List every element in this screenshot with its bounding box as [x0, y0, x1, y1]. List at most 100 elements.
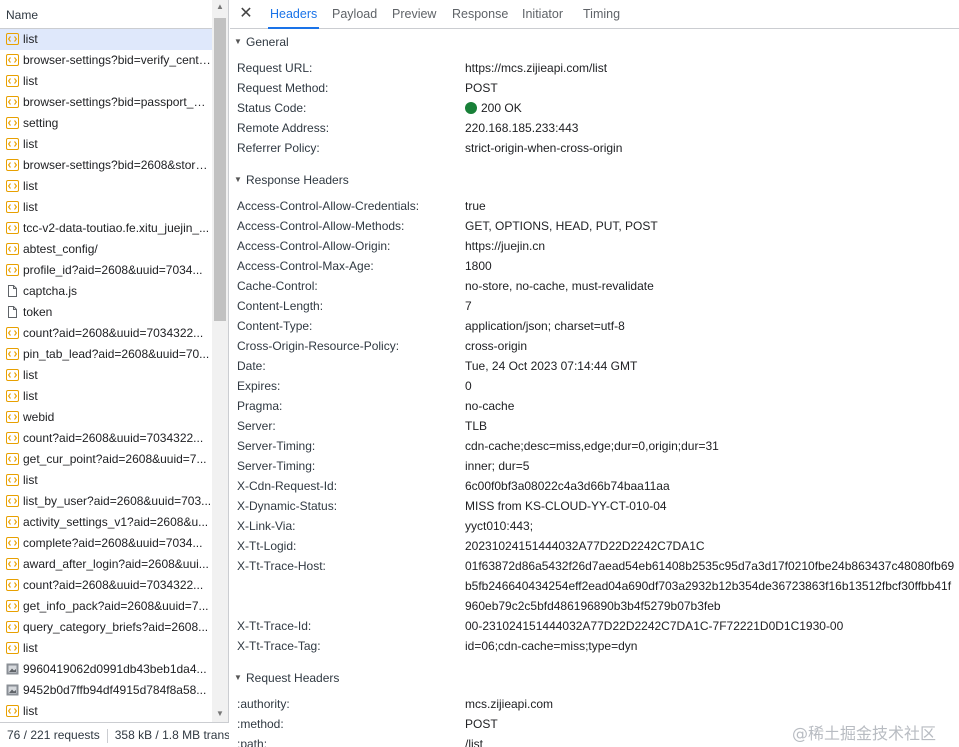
header-value[interactable]: cdn-cache;desc=miss,edge;dur=0,origin;du…: [465, 436, 955, 456]
request-row[interactable]: token: [0, 302, 212, 323]
request-row[interactable]: list: [0, 197, 212, 218]
header-value[interactable]: Tue, 24 Oct 2023 07:14:44 GMT: [465, 356, 955, 376]
header-value[interactable]: id=06;cdn-cache=miss;type=dyn: [465, 636, 955, 656]
header-value[interactable]: cross-origin: [465, 336, 955, 356]
request-row[interactable]: webid: [0, 407, 212, 428]
request-row[interactable]: count?aid=2608&uuid=7034322...: [0, 575, 212, 596]
close-icon[interactable]: ✕: [238, 4, 254, 24]
request-row[interactable]: query_category_briefs?aid=2608...: [0, 617, 212, 638]
request-row[interactable]: list: [0, 638, 212, 659]
request-row[interactable]: list: [0, 386, 212, 407]
header-value[interactable]: https://juejin.cn: [465, 236, 955, 256]
request-row[interactable]: pin_tab_lead?aid=2608&uuid=70...: [0, 344, 212, 365]
header-value[interactable]: true: [465, 196, 955, 216]
xhr-icon: [6, 537, 19, 549]
header-value[interactable]: 6c00f0bf3a08022c4a3d66b74baa11aa: [465, 476, 955, 496]
header-value[interactable]: 00-231024151444032A77D22D2242C7DA1C-7F72…: [465, 616, 955, 636]
tab-timing[interactable]: Timing: [583, 0, 620, 29]
header-value[interactable]: 0: [465, 376, 955, 396]
request-row[interactable]: profile_id?aid=2608&uuid=7034...: [0, 260, 212, 281]
request-name: setting: [23, 116, 59, 130]
request-row[interactable]: list: [0, 134, 212, 155]
request-headers-section-header[interactable]: ▼ Request Headers: [230, 665, 959, 691]
request-row[interactable]: list: [0, 470, 212, 491]
request-row[interactable]: tcc-v2-data-toutiao.fe.xitu_juejin_...: [0, 218, 212, 239]
xhr-icon: [6, 558, 19, 570]
header-value[interactable]: GET, OPTIONS, HEAD, PUT, POST: [465, 216, 955, 236]
header-row: X-Tt-Trace-Tag: id=06;cdn-cache=miss;type…: [237, 636, 952, 656]
request-row[interactable]: browser-settings?bid=2608&store=...: [0, 155, 212, 176]
request-row[interactable]: activity_settings_v1?aid=2608&u...: [0, 512, 212, 533]
request-row[interactable]: 9452b0d7ffb94df4915d784f8a58...: [0, 680, 212, 701]
header-value[interactable]: 20231024151444032A77D22D2242C7DA1C: [465, 536, 955, 556]
request-row[interactable]: abtest_config/: [0, 239, 212, 260]
request-row[interactable]: get_cur_point?aid=2608&uuid=7...: [0, 449, 212, 470]
header-value[interactable]: https://mcs.zijieapi.com/list: [465, 58, 955, 78]
request-name: get_cur_point?aid=2608&uuid=7...: [23, 452, 207, 466]
request-row[interactable]: list: [0, 29, 212, 50]
request-row[interactable]: list: [0, 701, 212, 722]
expand-triangle-icon[interactable]: ▼: [234, 665, 242, 691]
general-section-header[interactable]: ▼ General: [230, 29, 959, 55]
image-icon: [6, 684, 19, 696]
scrollbar-thumb[interactable]: [214, 18, 226, 321]
header-value[interactable]: yyct010:443;: [465, 516, 955, 536]
response-headers-section-header[interactable]: ▼ Response Headers: [230, 167, 959, 193]
header-value[interactable]: 220.168.185.233:443: [465, 118, 955, 138]
headers-content: ▼ General Request URL: https://mcs.zijieapi…: [230, 29, 959, 747]
expand-triangle-icon[interactable]: ▼: [234, 29, 242, 55]
xhr-icon: [6, 243, 19, 255]
header-row: Cross-Origin-Resource-Policy: cross-origi…: [237, 336, 952, 356]
request-name: profile_id?aid=2608&uuid=7034...: [23, 263, 203, 277]
header-row: Status Code: 200 OK: [237, 98, 952, 118]
request-row[interactable]: list: [0, 365, 212, 386]
request-list-scrollbar[interactable]: ▲ ▼: [212, 0, 228, 722]
header-value[interactable]: MISS from KS-CLOUD-YY-CT-010-04: [465, 496, 955, 516]
request-row[interactable]: browser-settings?bid=passport_api&...: [0, 92, 212, 113]
header-value[interactable]: 200 OK: [465, 98, 955, 118]
header-value[interactable]: 7: [465, 296, 955, 316]
document-icon: [6, 306, 19, 318]
header-value[interactable]: no-cache: [465, 396, 955, 416]
header-value[interactable]: 01f63872d86a5432f26d7aead54eb61408b2535c…: [465, 556, 955, 616]
scroll-down-icon[interactable]: ▼: [212, 707, 228, 721]
header-row: X-Tt-Trace-Id: 00-231024151444032A77D22D2…: [237, 616, 952, 636]
request-row[interactable]: get_info_pack?aid=2608&uuid=7...: [0, 596, 212, 617]
tab-payload[interactable]: Payload: [332, 0, 377, 29]
xhr-icon: [6, 411, 19, 423]
header-value[interactable]: POST: [465, 78, 955, 98]
header-value[interactable]: mcs.zijieapi.com: [465, 694, 955, 714]
tab-preview[interactable]: Preview: [392, 0, 436, 29]
header-value[interactable]: 1800: [465, 256, 955, 276]
tab-initiator[interactable]: Initiator: [522, 0, 563, 29]
request-row[interactable]: 9960419062d0991db43beb1da4...: [0, 659, 212, 680]
request-row[interactable]: complete?aid=2608&uuid=7034...: [0, 533, 212, 554]
expand-triangle-icon[interactable]: ▼: [234, 167, 242, 193]
request-row[interactable]: award_after_login?aid=2608&uui...: [0, 554, 212, 575]
header-value[interactable]: inner; dur=5: [465, 456, 955, 476]
section-title: General: [246, 35, 289, 49]
header-value[interactable]: no-store, no-cache, must-revalidate: [465, 276, 955, 296]
request-row[interactable]: list: [0, 71, 212, 92]
scroll-up-icon[interactable]: ▲: [212, 0, 228, 14]
name-column-header[interactable]: Name: [0, 0, 212, 29]
header-key: :path:: [237, 737, 268, 747]
tab-response[interactable]: Response: [452, 0, 508, 29]
header-value[interactable]: application/json; charset=utf-8: [465, 316, 955, 336]
request-row[interactable]: browser-settings?bid=verify_center&cid=.…: [0, 50, 212, 71]
request-row[interactable]: setting: [0, 113, 212, 134]
header-key: Server:: [237, 419, 276, 433]
request-name: list: [23, 32, 38, 46]
request-row[interactable]: count?aid=2608&uuid=7034322...: [0, 428, 212, 449]
request-row[interactable]: captcha.js: [0, 281, 212, 302]
header-key: X-Link-Via:: [237, 519, 296, 533]
request-row[interactable]: count?aid=2608&uuid=7034322...: [0, 323, 212, 344]
header-value[interactable]: TLB: [465, 416, 955, 436]
request-list-panel: Name list browser-settings?bid=verify_cen…: [0, 0, 229, 747]
xhr-icon: [6, 390, 19, 402]
request-row[interactable]: list: [0, 176, 212, 197]
header-value[interactable]: strict-origin-when-cross-origin: [465, 138, 955, 158]
request-name: list: [23, 389, 38, 403]
tab-headers[interactable]: Headers: [268, 0, 320, 29]
request-row[interactable]: list_by_user?aid=2608&uuid=703...: [0, 491, 212, 512]
